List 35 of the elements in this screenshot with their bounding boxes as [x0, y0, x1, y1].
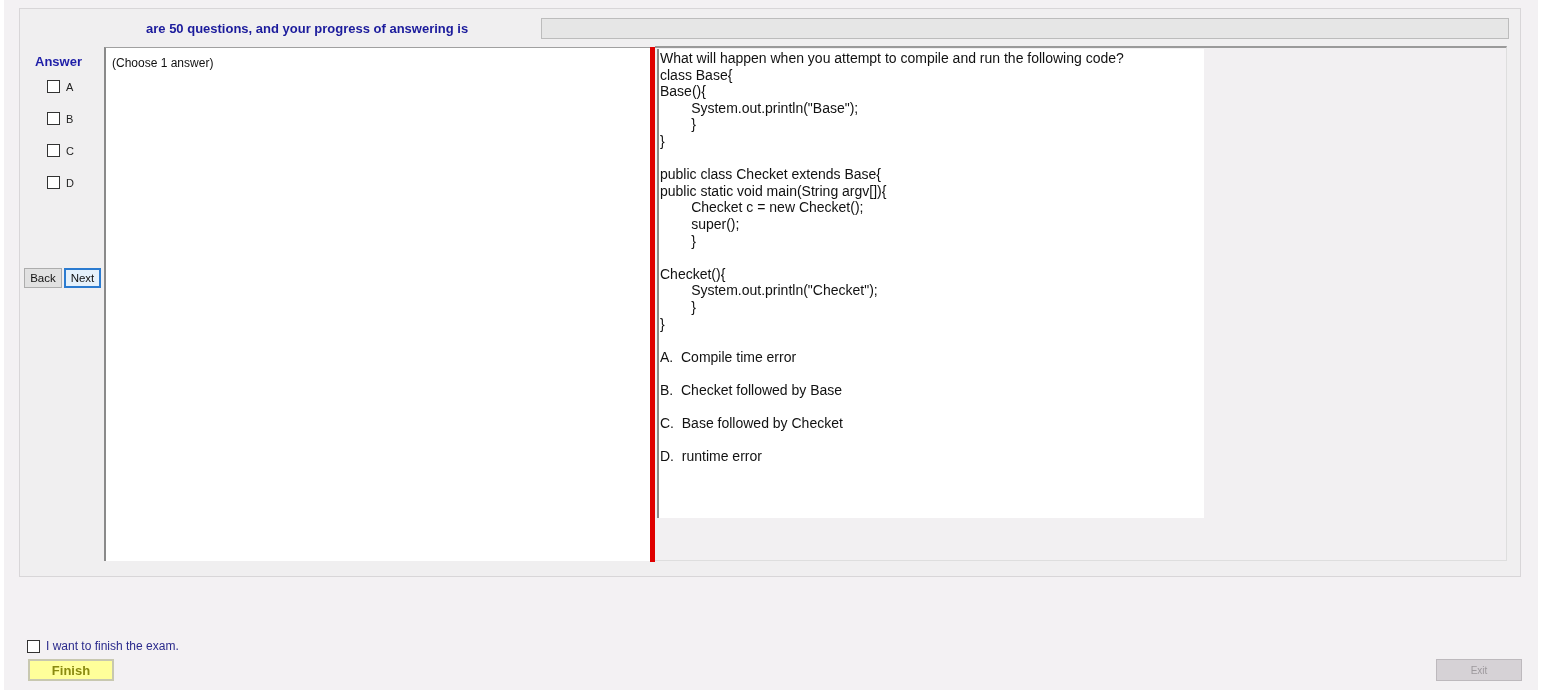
code-line: public class Checket extends Base{	[660, 166, 881, 183]
answer-choice: A. Compile time error	[660, 348, 797, 366]
code-line: }	[660, 315, 665, 333]
code-line: class Base{	[660, 66, 733, 84]
code-line: System.out.println("Checket");	[690, 282, 878, 299]
checkbox[interactable]	[47, 176, 60, 189]
code-line: }	[690, 116, 696, 133]
checkbox[interactable]	[47, 80, 60, 93]
question-text: What will happen when you attempt to compile and run the following code?	[660, 50, 1124, 67]
option-label: A	[66, 80, 74, 93]
code-line: super();	[690, 215, 740, 233]
code-line: Base(){	[660, 83, 706, 100]
answer-choice: D. runtime error	[660, 448, 762, 465]
answer-choice: B. Checket followed by Base	[660, 381, 843, 399]
code-line: }	[690, 232, 696, 250]
code-line: Checket c = new Checket();	[690, 199, 864, 216]
back-button[interactable]: Back	[24, 268, 62, 288]
option-label: B	[66, 112, 74, 125]
code-line: }	[660, 132, 665, 150]
progress-caption: are 50 questions, and your progress of answering is	[146, 21, 470, 36]
checkbox[interactable]	[47, 144, 60, 157]
instruction-text: (Choose 1 answer)	[112, 56, 214, 70]
option-label: D	[66, 176, 74, 189]
finish-button[interactable]: Finish	[28, 659, 114, 681]
code-line: System.out.println("Base");	[690, 99, 859, 117]
confirm-label: I want to finish the exam.	[46, 639, 179, 653]
checkbox[interactable]	[47, 112, 60, 125]
checkbox[interactable]	[27, 639, 40, 653]
answer-choice: C. Base followed by Checket	[660, 415, 843, 432]
option-label: C	[66, 144, 74, 157]
answer-heading: Answer	[35, 54, 83, 69]
code-line: }	[690, 298, 696, 316]
code-line: public static void main(String argv[]){	[660, 182, 887, 200]
code-line: Checket(){	[660, 265, 726, 283]
next-button[interactable]: Next	[64, 268, 101, 288]
